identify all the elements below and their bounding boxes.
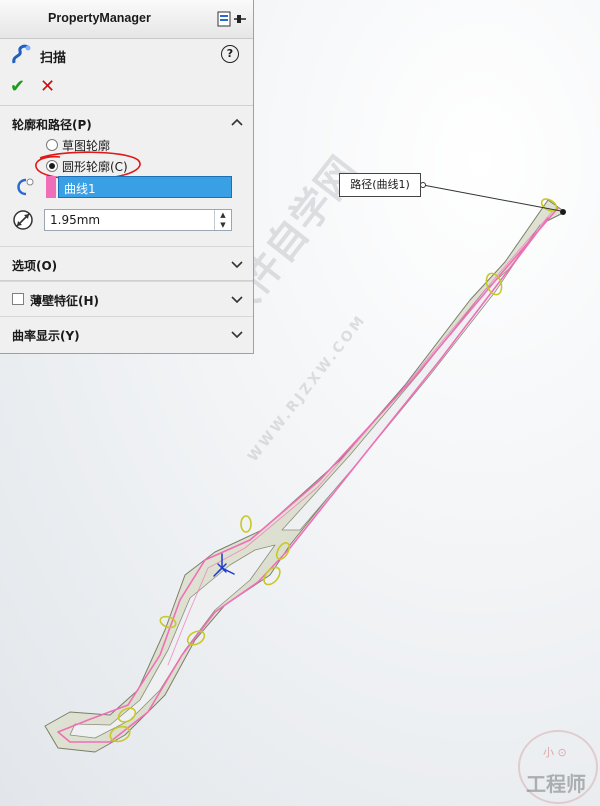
section-label: 薄壁特征(H) xyxy=(30,294,100,308)
diameter-spinner[interactable]: ▲ ▼ xyxy=(214,210,231,230)
help-icon[interactable]: ? xyxy=(221,45,239,63)
ok-check-icon[interactable]: ✔ xyxy=(10,76,25,97)
property-manager-panel: PropertyManager 扫描 ? ✔ ✕ 轮廓和路径(P) 草图轮廓 圆… xyxy=(0,0,254,354)
chevron-down-icon[interactable] xyxy=(231,328,243,340)
chevron-up-icon[interactable] xyxy=(231,117,243,129)
logo-text: 工程师 xyxy=(526,772,586,796)
pin-icon[interactable] xyxy=(217,11,247,27)
section-label: 曲率显示(Y) xyxy=(12,329,80,343)
path-icon xyxy=(17,178,34,196)
sweep-feature-icon xyxy=(12,44,31,64)
chevron-down-icon[interactable] xyxy=(231,258,243,270)
callout-leader-line xyxy=(422,184,562,212)
path-color-swatch xyxy=(46,176,56,198)
spin-up-icon[interactable]: ▲ xyxy=(215,210,231,220)
tube-inner-gap xyxy=(69,544,276,739)
section-label: 选项(O) xyxy=(12,259,58,273)
section-label: 轮廓和路径(P) xyxy=(12,118,92,132)
logo-small-text: 小 ⊙ xyxy=(543,746,567,759)
section-header-thin-feature[interactable]: 薄壁特征(H) xyxy=(0,281,253,316)
thin-feature-checkbox[interactable] xyxy=(12,293,24,305)
diameter-input[interactable]: 1.95mm ▲ ▼ xyxy=(44,209,232,231)
spin-down-icon[interactable]: ▼ xyxy=(215,220,231,230)
panel-title: PropertyManager xyxy=(48,11,151,25)
cancel-x-icon[interactable]: ✕ xyxy=(40,76,55,97)
panel-title-bar: PropertyManager xyxy=(0,0,253,39)
path-callout[interactable]: 路径(曲线1) xyxy=(339,173,421,197)
section-header-curvature-display[interactable]: 曲率显示(Y) xyxy=(0,316,253,351)
section-header-options[interactable]: 选项(O) xyxy=(0,246,253,281)
chevron-down-icon[interactable] xyxy=(231,293,243,305)
path-selection-value: 曲线1 xyxy=(64,182,96,196)
ok-cancel-row: ✔ ✕ xyxy=(0,71,253,106)
diameter-icon xyxy=(13,210,33,230)
feature-header: 扫描 ? xyxy=(0,39,253,71)
diameter-value: 1.95mm xyxy=(50,213,101,227)
feature-name: 扫描 xyxy=(40,51,67,66)
path-selection-box[interactable]: 曲线1 xyxy=(58,176,232,198)
section-header-profile-path[interactable]: 轮廓和路径(P) xyxy=(0,106,253,140)
